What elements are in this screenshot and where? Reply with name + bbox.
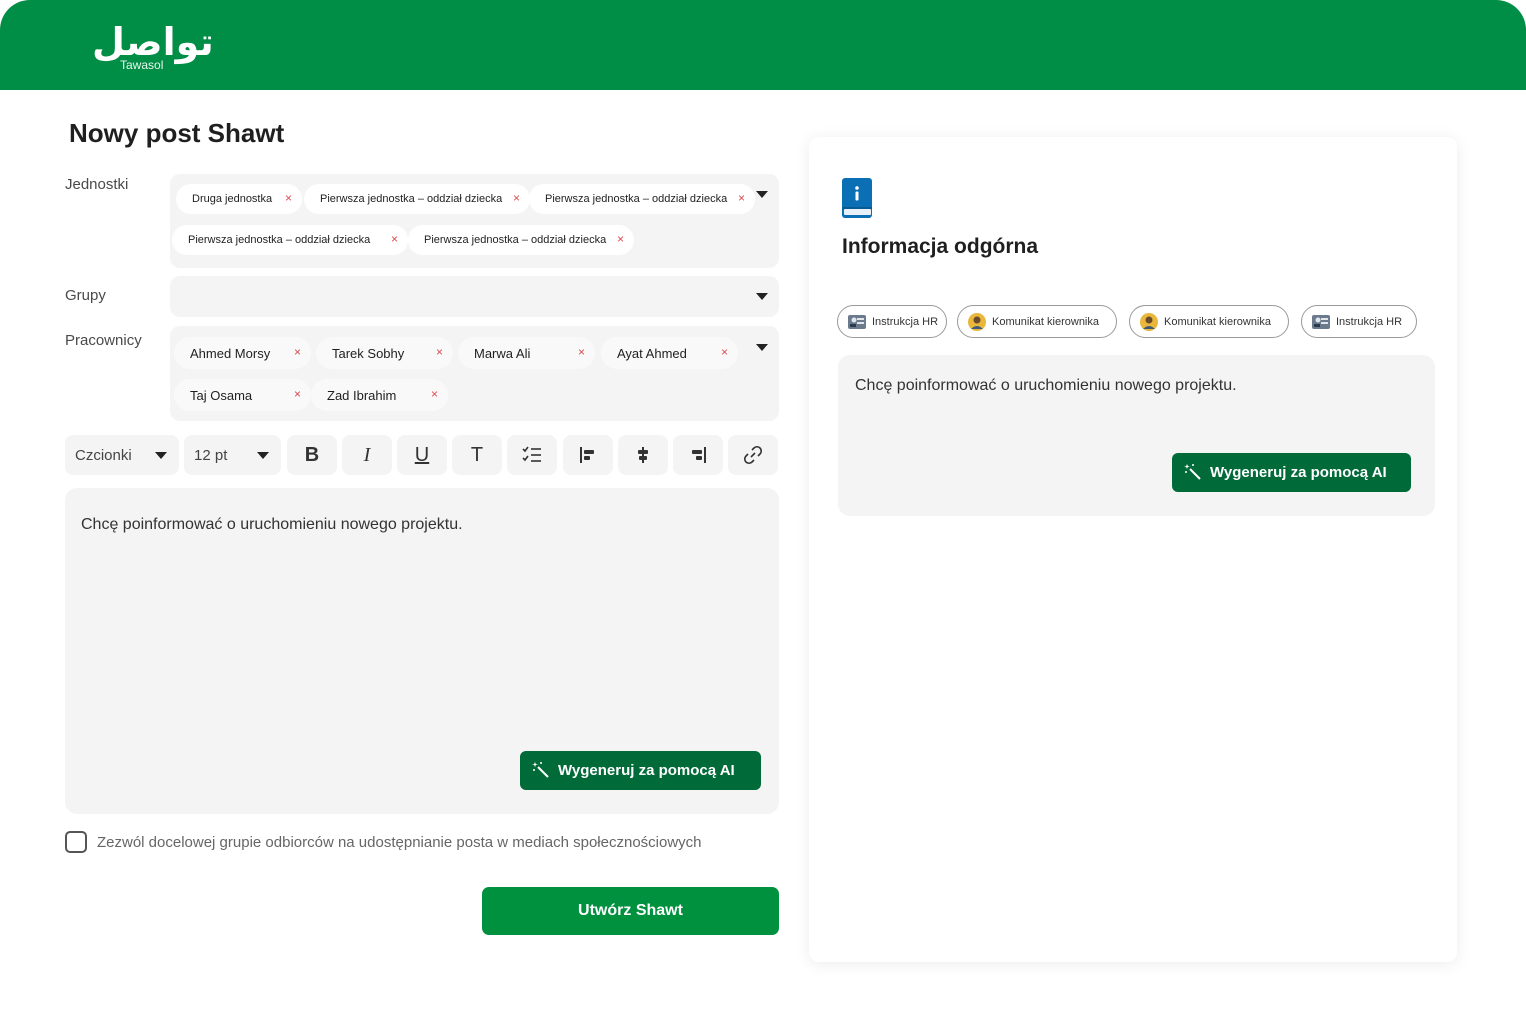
font-family-value: Czcionki — [75, 446, 132, 464]
chevron-down-icon[interactable] — [756, 293, 768, 300]
post-editor[interactable]: Chcę poinformować o uruchomieniu nowego … — [65, 488, 779, 814]
align-right-button[interactable] — [673, 435, 723, 475]
align-left-button[interactable] — [563, 435, 613, 475]
employee-chip-label: Zad Ibrahim — [327, 387, 397, 403]
unit-chip-label: Pierwsza jednostka – oddział dziecka — [545, 193, 728, 205]
unit-chip: Pierwsza jednostka – oddział dziecka × — [408, 225, 634, 255]
tag-label: Instrukcja HR — [872, 315, 939, 328]
preview-message-text: Chcę poinformować o uruchomieniu nowego … — [855, 377, 1237, 394]
italic-icon: I — [363, 443, 371, 466]
unit-chip: Pierwsza jednostka – oddział dziecka × — [529, 184, 755, 214]
checklist-icon — [522, 446, 541, 462]
groups-select[interactable] — [170, 276, 779, 317]
share-checkbox-label: Zezwól docelowej grupie odbiorców na udo… — [97, 834, 702, 851]
app-window: تواصل Tawasol Nowy post Shawt Jednostki … — [0, 0, 1526, 1031]
employee-chip-label: Ahmed Morsy — [190, 345, 271, 361]
align-center-button[interactable] — [618, 435, 668, 475]
italic-button[interactable]: I — [342, 435, 392, 475]
employee-chip-label: Marwa Ali — [474, 345, 531, 361]
editor-content[interactable]: Chcę poinformować o uruchomieniu nowego … — [81, 516, 463, 534]
chevron-down-icon[interactable] — [756, 344, 768, 351]
text-format-button[interactable]: T — [452, 435, 502, 475]
hr-icon — [848, 315, 866, 329]
link-button[interactable] — [728, 435, 778, 475]
chevron-down-icon[interactable] — [756, 191, 768, 198]
link-icon — [743, 445, 763, 465]
preview-panel: Informacja odgórna Instrukcja HR Komunik… — [809, 137, 1457, 962]
unit-chip: Pierwsza jednostka – oddział dziecka × — [304, 184, 530, 214]
generate-ai-label: Wygeneruj za pomocą AI — [558, 762, 735, 779]
groups-label: Grupy — [65, 287, 106, 304]
tag-label: Instrukcja HR — [1336, 315, 1403, 328]
employee-chip-label: Taj Osama — [190, 387, 253, 403]
tawasol-logo[interactable]: تواصل Tawasol — [92, 20, 214, 76]
manager-icon — [968, 313, 986, 331]
unit-chip: Pierwsza jednostka – oddział dziecka × — [172, 225, 408, 255]
remove-chip-icon[interactable]: × — [285, 191, 292, 205]
tag-hr-instruction[interactable]: Instrukcja HR — [1301, 305, 1417, 338]
underline-button[interactable]: U — [397, 435, 447, 475]
tag-manager-message[interactable]: Komunikat kierownika — [1129, 305, 1289, 338]
tag-manager-message[interactable]: Komunikat kierownika — [957, 305, 1117, 338]
checklist-button[interactable] — [507, 435, 557, 475]
page-title: Nowy post Shawt — [69, 118, 285, 148]
preview-message-box: Chcę poinformować o uruchomieniu nowego … — [838, 355, 1435, 516]
remove-chip-icon[interactable]: × — [721, 345, 728, 359]
employee-chip-label: Ayat Ahmed — [617, 345, 687, 361]
underline-icon: U — [414, 443, 430, 466]
font-size-select[interactable]: 12 pt — [184, 435, 281, 475]
font-size-value: 12 pt — [194, 446, 228, 464]
remove-chip-icon[interactable]: × — [294, 345, 301, 359]
logo-latin-text: Tawasol — [120, 58, 164, 72]
unit-chip-label: Pierwsza jednostka – oddział dziecka — [424, 234, 607, 246]
info-book-icon — [842, 178, 872, 218]
align-center-icon — [638, 447, 648, 463]
tag-label: Komunikat kierownika — [1164, 315, 1271, 328]
chevron-down-icon — [155, 452, 167, 459]
remove-chip-icon[interactable]: × — [578, 345, 585, 359]
employee-chip: Taj Osama × — [174, 379, 311, 411]
employee-chip: Marwa Ali × — [458, 337, 595, 369]
unit-chip-label: Pierwsza jednostka – oddział dziecka — [188, 234, 371, 246]
units-select[interactable]: Druga jednostka × Pierwsza jednostka – o… — [170, 174, 779, 268]
preview-generate-ai-label: Wygeneruj za pomocą AI — [1210, 464, 1387, 481]
unit-chip-label: Druga jednostka — [192, 193, 273, 205]
remove-chip-icon[interactable]: × — [391, 232, 398, 246]
remove-chip-icon[interactable]: × — [617, 232, 624, 246]
bold-icon: B — [304, 443, 320, 466]
employee-chip: Zad Ibrahim × — [311, 379, 448, 411]
preview-generate-ai-button[interactable]: Wygeneruj za pomocą AI — [1172, 453, 1411, 492]
remove-chip-icon[interactable]: × — [436, 345, 443, 359]
employee-chip: Ahmed Morsy × — [174, 337, 311, 369]
generate-ai-button[interactable]: Wygeneruj za pomocą AI — [520, 751, 761, 790]
remove-chip-icon[interactable]: × — [513, 191, 520, 205]
employee-chip: Ayat Ahmed × — [601, 337, 738, 369]
tag-label: Komunikat kierownika — [992, 315, 1099, 328]
manager-icon — [1140, 313, 1158, 331]
chevron-down-icon — [257, 452, 269, 459]
magic-wand-icon — [1184, 464, 1201, 480]
share-checkbox[interactable] — [65, 831, 87, 853]
unit-chip-label: Pierwsza jednostka – oddział dziecka — [320, 193, 503, 205]
employee-chip: Tarek Sobhy × — [316, 337, 453, 369]
remove-chip-icon[interactable]: × — [738, 191, 745, 205]
employees-select[interactable]: Ahmed Morsy × Tarek Sobhy × Marwa Ali × … — [170, 326, 779, 421]
magic-wand-icon — [532, 762, 549, 778]
top-bar: تواصل Tawasol — [0, 0, 1526, 90]
create-shawt-button[interactable]: Utwórz Shawt — [482, 887, 779, 935]
align-left-icon — [580, 447, 594, 463]
employee-chip-label: Tarek Sobhy — [332, 345, 405, 361]
remove-chip-icon[interactable]: × — [294, 387, 301, 401]
align-right-icon — [692, 447, 706, 463]
tag-hr-instruction[interactable]: Instrukcja HR — [837, 305, 947, 338]
remove-chip-icon[interactable]: × — [431, 387, 438, 401]
unit-chip: Druga jednostka × — [176, 184, 302, 214]
units-label: Jednostki — [65, 176, 129, 193]
preview-title: Informacja odgórna — [842, 235, 1039, 258]
bold-button[interactable]: B — [287, 435, 337, 475]
text-format-icon: T — [470, 443, 484, 466]
font-family-select[interactable]: Czcionki — [65, 435, 179, 475]
hr-icon — [1312, 315, 1330, 329]
employees-label: Pracownicy — [65, 332, 142, 349]
